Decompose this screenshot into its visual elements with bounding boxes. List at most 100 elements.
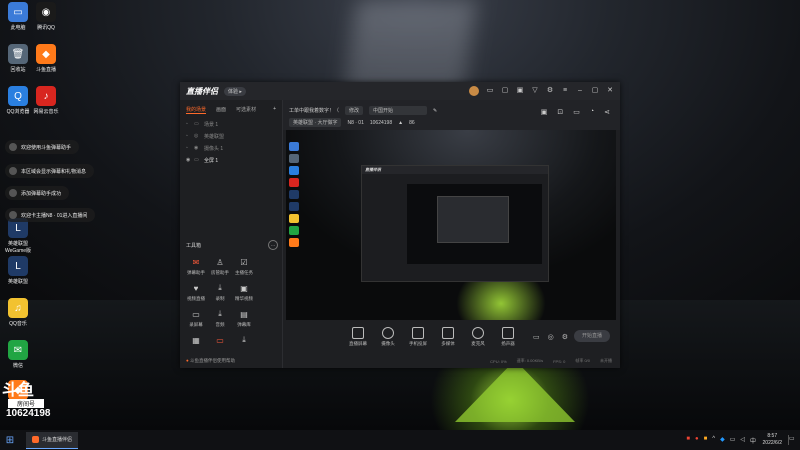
mini-icon <box>289 166 299 175</box>
tool-anchor-task[interactable]: ☑ 主播任务 <box>232 256 256 276</box>
edit-icon[interactable]: ✎ <box>433 108 437 114</box>
game-icon: ◎ <box>194 133 199 139</box>
minimize-icon[interactable]: – <box>576 87 584 95</box>
more-tools-icon[interactable]: … <box>268 240 278 250</box>
microphone-button[interactable]: 麦克风 <box>463 327 493 347</box>
maximize-icon[interactable]: ▢ <box>591 87 599 95</box>
tool-audio[interactable]: ⤓ 音频 <box>208 308 232 328</box>
tool-more[interactable]: ▦ <box>184 334 208 348</box>
mini-icon <box>289 214 299 223</box>
desktop-icon-qq-music[interactable]: ♫ QQ音乐 <box>0 298 36 327</box>
netease-tray-icon[interactable]: ● <box>695 436 699 445</box>
room-id: 10624198 <box>369 119 393 126</box>
network-icon[interactable]: ▭ <box>730 436 736 445</box>
copy-icon[interactable]: ▭ <box>573 108 580 116</box>
viewer-count: 86 <box>409 119 415 126</box>
phone-cast-button[interactable]: 手机投屏 <box>403 327 433 347</box>
live-preview[interactable]: 直播伴侣 <box>286 130 616 320</box>
stream-info-bar: 工单中跟我着数字！（ 修改 中国开始 ✎ 英雄联盟 · 大厅做字 N8 · 01… <box>283 100 620 130</box>
shield-icon[interactable]: ◆ <box>720 436 725 445</box>
desktop-icon-lol-wegame[interactable]: L 英雄联盟 WeGame版 <box>0 218 36 254</box>
room-name: N8 · 01 <box>347 119 364 126</box>
stream-title: 工单中跟我着数字！（ <box>289 108 340 114</box>
tool-new[interactable]: ▭ <box>208 334 232 348</box>
desktop-icon-wechat[interactable]: ✉ 微信 <box>0 340 36 369</box>
avatar[interactable] <box>469 86 479 96</box>
eye-icon[interactable]: ◎ <box>548 333 554 341</box>
share-icon[interactable]: ⋖ <box>604 108 610 116</box>
download-icon: ⤓ <box>218 283 222 292</box>
nested-logo: 直播伴侣 <box>362 166 548 174</box>
tool-danmu-helper[interactable]: ✉ 弹幕助手 <box>184 256 208 276</box>
speaker-button[interactable]: 扬声器 <box>493 327 523 347</box>
tray-icon[interactable]: ■ <box>704 436 708 445</box>
tab-sources[interactable]: 可选素材 <box>236 106 256 114</box>
tool-download[interactable]: ⤓ <box>232 334 256 348</box>
chat-icon[interactable]: ▢ <box>501 87 509 95</box>
screen-capture-button[interactable]: 直播屏幕 <box>343 327 373 347</box>
user-icon: ♙ <box>216 257 224 267</box>
tool-room-admin[interactable]: ♙ 房管助手 <box>208 256 232 276</box>
tool-highlights[interactable]: ▣ 精华视频 <box>232 282 256 302</box>
category-select[interactable]: 中国开始 <box>369 106 428 115</box>
lock-icon[interactable]: ⊡ <box>557 108 563 116</box>
status-bar: CPU: 0% 速率: 0.00KB/s FPS: 0 帧率 0/0 未开播 <box>283 354 620 368</box>
menu-icon[interactable]: ≡ <box>561 87 569 95</box>
fire-icon: ▲ <box>398 119 404 126</box>
scene-item[interactable]: ◦ ◎ 英雄联盟 <box>180 130 282 142</box>
new-icon: ▭ <box>216 335 224 345</box>
douyu-tray-icon[interactable]: ■ <box>686 436 690 445</box>
media-button[interactable]: 多媒体 <box>433 327 463 347</box>
tab-my-scenes[interactable]: 我的场景 <box>186 106 207 114</box>
visibility-icon[interactable]: ◦ <box>186 121 194 127</box>
tool-record[interactable]: ⤓ 录制 <box>208 282 232 302</box>
desktop-icon-douyu[interactable]: ◆ 斗鱼直播 <box>28 44 64 73</box>
gift-icon[interactable]: ▣ <box>516 87 524 95</box>
title-bar[interactable]: 直播伴侣 体验 ▸ ▭ ▢ ▣ ▽ ⚙ ≡ – ▢ ✕ <box>180 82 620 100</box>
stream-meta-row: 英雄联盟 · 大厅做字 N8 · 01 10624198 ▲ 86 <box>289 118 415 127</box>
clock-time: 8:57 <box>767 433 778 439</box>
clock[interactable]: 8:57 2022/6/2 <box>763 433 782 447</box>
tool-screen-record[interactable]: ▭ 录屏幕 <box>184 308 208 328</box>
camera-button[interactable]: 摄像头 <box>373 327 403 347</box>
douyu-icon: ◆ <box>36 44 56 64</box>
record-icon[interactable]: ▭ <box>533 333 540 341</box>
ime-icon[interactable]: 中 <box>750 436 756 445</box>
windows-start-icon[interactable]: ⊞ <box>0 430 20 450</box>
toolbox-grid: ✉ 弹幕助手 ♙ 房管助手 ☑ 主播任务 ♥ 视频直播 ⤓ 录制 ▣ 精华视频 ▭ 录屏幕 ⤓… <box>184 256 280 348</box>
add-scene-button[interactable]: + <box>273 106 276 114</box>
settings-icon[interactable]: ⚙ <box>546 87 554 95</box>
lol-icon: L <box>8 256 28 276</box>
source-controls: 直播屏幕 摄像头 手机投屏 多媒体 麦克风 扬声器 ▭ ◎ ⚙ 开始直播 <box>283 322 620 352</box>
scene-item[interactable]: ◦ ◉ 摄像头 1 <box>180 142 282 154</box>
close-icon[interactable]: ✕ <box>606 87 614 95</box>
message-icon[interactable]: ▭ <box>486 87 494 95</box>
visibility-icon[interactable]: ◦ <box>186 145 194 151</box>
taskbar-app-douyu[interactable]: 斗鱼直播伴侣 <box>26 431 79 449</box>
tool-video-live[interactable]: ♥ 视频直播 <box>184 282 208 302</box>
gift-icon[interactable]: ▣ <box>541 108 548 116</box>
eye-icon[interactable]: ◉ <box>186 157 194 163</box>
mini-icon <box>289 178 299 187</box>
room-number: 10624198 <box>6 408 51 419</box>
volume-icon[interactable]: ◁ <box>740 436 745 445</box>
chevron-up-icon[interactable]: ^ <box>712 436 715 445</box>
shirt-icon[interactable]: ▽ <box>531 87 539 95</box>
desktop-icon-qq[interactable]: ◉ 腾讯QQ <box>28 2 64 31</box>
notification-icon[interactable]: ▭ <box>788 435 797 445</box>
room-number-overlay: 斗鱼 房间号 10624198 <box>2 383 58 420</box>
camera-icon <box>382 327 394 339</box>
visibility-icon[interactable]: ◦ <box>186 133 194 139</box>
edit-title-button[interactable]: 修改 <box>345 106 364 115</box>
settings-icon[interactable]: ⚙ <box>562 333 568 341</box>
desktop-icon-lol[interactable]: L 英雄联盟 <box>0 256 36 285</box>
version-badge[interactable]: 体验 ▸ <box>224 86 246 96</box>
tab-canvas[interactable]: 画面 <box>216 106 226 114</box>
desktop-icon-netease-music[interactable]: ♪ 网易云音乐 <box>28 86 64 115</box>
tool-danmu-library[interactable]: ▤ 弹幕库 <box>232 308 256 328</box>
bell-icon[interactable]: ◔ <box>590 108 594 116</box>
scene-item[interactable]: ◉ ▭ 全屏 1 <box>180 154 282 166</box>
start-live-button[interactable]: 开始直播 <box>574 330 610 342</box>
help-link[interactable]: ● 斗鱼直播伴侣使用帮助 <box>186 358 235 364</box>
scene-item[interactable]: ◦ ▭ 场景 1 <box>180 118 282 130</box>
